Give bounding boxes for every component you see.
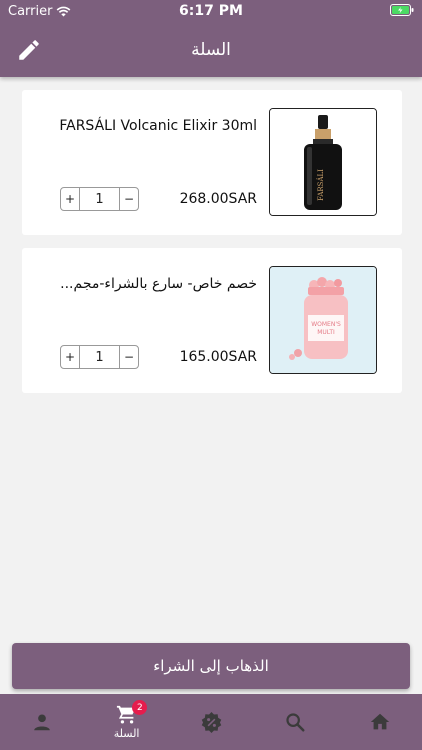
cart-count-badge: 2 [132, 700, 148, 715]
tab-cart[interactable]: 2 السلة [84, 694, 168, 750]
profile-icon [34, 714, 50, 731]
product-image[interactable]: FARSÁLI [269, 108, 377, 216]
svg-text:WOMEN'S: WOMEN'S [311, 321, 341, 328]
quantity-value[interactable]: 1 [80, 350, 119, 365]
increase-quantity-button[interactable]: + [61, 346, 80, 368]
svg-text:FARSÁLI: FARSÁLI [316, 169, 325, 201]
checkout-label: الذهاب إلى الشراء [153, 657, 269, 675]
quantity-stepper: + 1 − [60, 187, 139, 211]
top-bar: Carrier 6:17 PM السلة [0, 0, 422, 77]
page-title: السلة [191, 40, 231, 60]
tab-search[interactable] [253, 694, 337, 750]
serum-bottle-image: FARSÁLI [270, 109, 376, 215]
battery-icon [390, 4, 414, 16]
decrease-quantity-button[interactable]: − [119, 346, 138, 368]
checkout-button[interactable]: الذهاب إلى الشراء [12, 643, 410, 689]
svg-text:MULTI: MULTI [317, 329, 335, 336]
vitamin-jar-image: WOMEN'S MULTI [270, 267, 376, 373]
quantity-value[interactable]: 1 [80, 192, 119, 207]
tab-cart-label: السلة [113, 727, 140, 740]
offers-icon [201, 711, 221, 733]
clock: 6:17 PM [179, 3, 243, 19]
tab-home[interactable] [338, 694, 422, 750]
product-name: خصم خاص- سارع بالشراء-مجم... [60, 276, 257, 292]
quantity-stepper: + 1 − [60, 345, 139, 369]
decrease-quantity-button[interactable]: − [119, 188, 138, 210]
product-price: 268.00SAR [179, 191, 257, 207]
home-icon [370, 713, 389, 730]
tab-bar: 2 السلة [0, 694, 422, 750]
tab-profile[interactable] [0, 694, 84, 750]
tab-offers[interactable] [169, 694, 253, 750]
product-name: FARSÁLI Volcanic Elixir 30ml [59, 118, 257, 134]
cart-item: WOMEN'S MULTI خصم خاص- سارع بالشراء-مجم.… [22, 248, 402, 393]
status-bar: Carrier 6:17 PM [0, 0, 422, 22]
increase-quantity-button[interactable]: + [61, 188, 80, 210]
search-icon [286, 713, 305, 732]
product-price: 165.00SAR [179, 349, 257, 365]
cart-item: FARSÁLI FARSÁLI Volcanic Elixir 30ml 268… [22, 90, 402, 235]
product-image[interactable]: WOMEN'S MULTI [269, 266, 377, 374]
